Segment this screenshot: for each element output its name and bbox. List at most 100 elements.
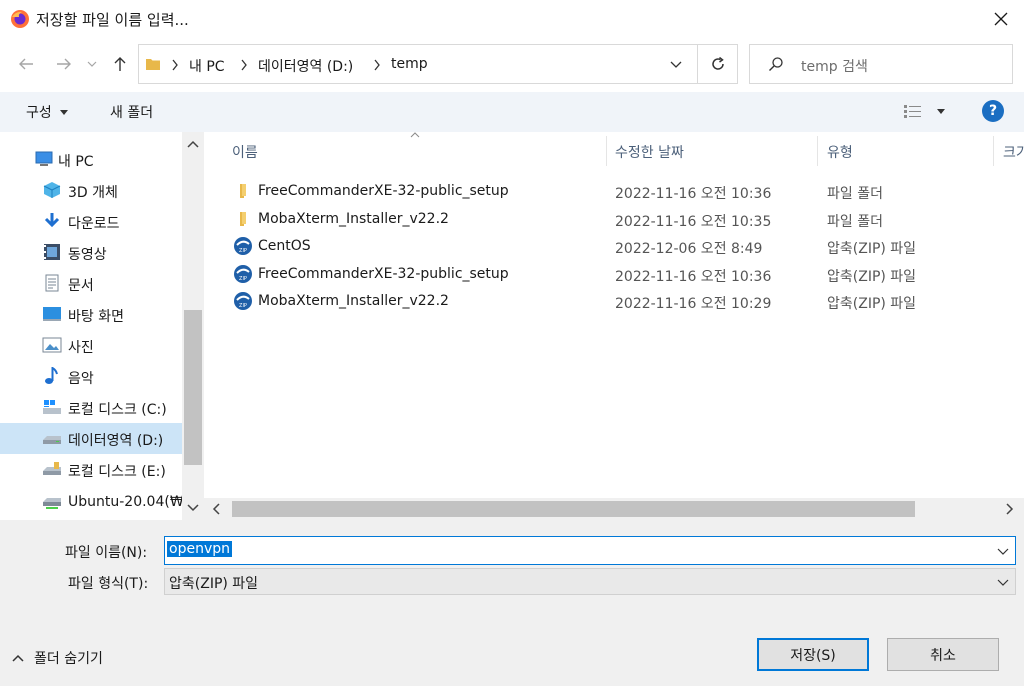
- column-header-size[interactable]: 크기: [1003, 142, 1024, 162]
- breadcrumb-temp[interactable]: temp: [391, 56, 428, 72]
- new-folder-button[interactable]: 새 폴더: [110, 102, 153, 122]
- video-icon: [44, 244, 60, 260]
- view-options-button[interactable]: [903, 100, 953, 124]
- nav-scroll-thumb[interactable]: [184, 310, 202, 465]
- back-button[interactable]: [14, 52, 38, 76]
- file-type: 압축(ZIP) 파일: [827, 296, 917, 312]
- file-name: CentOS: [258, 238, 311, 254]
- cube-icon: [43, 182, 61, 198]
- chevron-down-icon[interactable]: [997, 546, 1009, 556]
- scroll-right-icon[interactable]: [1006, 503, 1014, 515]
- nav-label: 다운로드: [68, 216, 120, 232]
- help-icon: ?: [988, 103, 998, 119]
- file-row[interactable]: MobaXterm_Installer_v22.2 2022-11-16 오전 …: [228, 206, 1024, 233]
- file-type: 압축(ZIP) 파일: [827, 269, 917, 285]
- file-date: 2022-11-16 오전 10:35: [615, 214, 772, 230]
- file-name: FreeCommanderXE-32-public_setup: [258, 266, 509, 282]
- column-divider[interactable]: [606, 136, 607, 166]
- nav-label: 로컬 디스크 (C:): [68, 402, 167, 418]
- nav-vertical-scrollbar[interactable]: [182, 132, 204, 520]
- save-form-panel: 파일 이름(N): openvpn 파일 형식(T): 압축(ZIP) 파일 폴…: [0, 520, 1024, 686]
- nav-item-ubuntu[interactable]: Ubuntu-20.04(₩: [0, 487, 184, 518]
- chevron-down-icon: [87, 61, 97, 67]
- drive-icon: [43, 462, 61, 475]
- nav-label: 로컬 디스크 (E:): [68, 464, 166, 480]
- address-history-button[interactable]: [659, 45, 693, 83]
- help-button[interactable]: ?: [982, 100, 1004, 122]
- nav-item-music[interactable]: 음악: [0, 361, 182, 392]
- nav-item-downloads[interactable]: 다운로드: [0, 206, 182, 237]
- file-type: 압축(ZIP) 파일: [827, 241, 917, 257]
- drive-icon: [43, 436, 61, 444]
- organize-label: 구성: [26, 105, 52, 121]
- nav-label: 문서: [68, 278, 94, 294]
- hide-folders-toggle[interactable]: 폴더 숨기기: [12, 648, 103, 668]
- file-date: 2022-11-16 오전 10:36: [615, 186, 772, 202]
- nav-label: 사진: [68, 340, 94, 356]
- nav-item-videos[interactable]: 동영상: [0, 237, 182, 268]
- command-bar: 구성 새 폴더 ?: [0, 92, 1024, 132]
- svg-text:ZIP: ZIP: [239, 276, 247, 282]
- breadcrumb-this-pc[interactable]: 내 PC: [189, 56, 225, 76]
- windows-drive-icon: [43, 400, 61, 414]
- nav-label: Ubuntu-20.04(₩: [68, 494, 184, 510]
- cancel-button[interactable]: 취소: [887, 638, 999, 671]
- recent-locations-button[interactable]: [84, 52, 100, 76]
- address-bar[interactable]: 내 PC 데이터영역 (D:) temp: [138, 44, 738, 84]
- file-type: 파일 폴더: [827, 214, 883, 230]
- nav-label: 음악: [68, 371, 94, 387]
- save-button[interactable]: 저장(S): [757, 638, 869, 671]
- column-header-modified[interactable]: 수정한 날짜: [615, 142, 684, 162]
- arrow-right-icon: [57, 58, 71, 70]
- nav-item-desktop[interactable]: 바탕 화면: [0, 299, 182, 330]
- search-box[interactable]: temp 검색: [749, 44, 1013, 84]
- window-title: 저장할 파일 이름 입력...: [36, 11, 189, 29]
- search-placeholder: temp 검색: [801, 59, 868, 75]
- chevron-down-icon: [997, 579, 1009, 586]
- file-name: MobaXterm_Installer_v22.2: [258, 293, 449, 309]
- column-divider[interactable]: [817, 136, 818, 166]
- column-header-type[interactable]: 유형: [827, 142, 853, 162]
- file-row[interactable]: ZIP MobaXterm_Installer_v22.2 2022-11-16…: [228, 288, 1024, 315]
- nav-item-documents[interactable]: 문서: [0, 268, 182, 299]
- nav-label: 3D 개체: [68, 185, 118, 201]
- file-name: FreeCommanderXE-32-public_setup: [258, 183, 509, 199]
- caret-down-icon: [937, 109, 945, 114]
- filetype-select[interactable]: 압축(ZIP) 파일: [164, 568, 1016, 595]
- organize-button[interactable]: 구성: [26, 102, 69, 122]
- details-view-icon: [904, 105, 921, 118]
- nav-item-3d-objects[interactable]: 3D 개체: [0, 175, 182, 206]
- document-icon: [45, 274, 59, 292]
- nav-item-local-disk-c[interactable]: 로컬 디스크 (C:): [0, 392, 182, 423]
- svg-text:ZIP: ZIP: [239, 303, 247, 309]
- file-horizontal-scrollbar[interactable]: [204, 498, 1024, 520]
- nav-item-data-drive-d[interactable]: 데이터영역 (D:): [0, 423, 182, 454]
- nav-label: 데이터영역 (D:): [68, 433, 164, 449]
- close-button[interactable]: [978, 0, 1024, 38]
- firefox-icon: [11, 10, 29, 28]
- forward-button[interactable]: [52, 52, 76, 76]
- nav-label: 동영상: [68, 247, 107, 263]
- chevron-right-icon: [172, 59, 178, 71]
- filetype-label: 파일 형식(T):: [68, 576, 149, 592]
- scroll-down-icon[interactable]: [187, 504, 199, 512]
- sort-ascending-icon: [410, 132, 420, 138]
- file-row[interactable]: FreeCommanderXE-32-public_setup 2022-11-…: [228, 178, 1024, 205]
- column-divider[interactable]: [993, 136, 994, 166]
- breadcrumb-data-drive[interactable]: 데이터영역 (D:): [258, 56, 353, 76]
- up-button[interactable]: [108, 52, 132, 76]
- filename-input[interactable]: openvpn: [164, 536, 1016, 565]
- zip-file-icon: ZIP: [234, 292, 252, 310]
- refresh-icon: [712, 56, 724, 70]
- refresh-button[interactable]: [699, 45, 737, 83]
- scroll-left-icon[interactable]: [212, 503, 220, 515]
- file-scroll-thumb[interactable]: [232, 501, 915, 517]
- scroll-up-icon[interactable]: [187, 140, 199, 148]
- file-row[interactable]: ZIP CentOS 2022-12-06 오전 8:49 압축(ZIP) 파일: [228, 233, 1024, 260]
- nav-item-local-disk-e[interactable]: 로컬 디스크 (E:): [0, 454, 182, 485]
- file-row[interactable]: ZIP FreeCommanderXE-32-public_setup 2022…: [228, 261, 1024, 288]
- nav-item-pictures[interactable]: 사진: [0, 330, 182, 361]
- nav-item-this-pc[interactable]: 내 PC: [0, 144, 182, 175]
- column-header-name[interactable]: 이름: [232, 142, 258, 162]
- desktop-icon: [43, 307, 61, 321]
